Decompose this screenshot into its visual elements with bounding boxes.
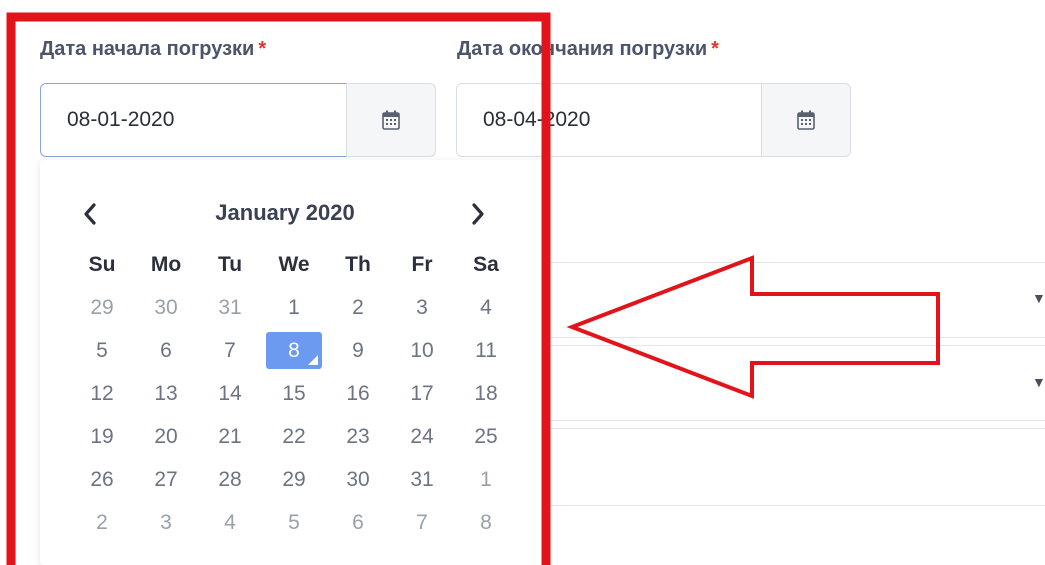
required-mark: * <box>258 38 267 60</box>
calendar-day[interactable]: 14 <box>198 372 262 415</box>
dropdown-border <box>546 262 1045 263</box>
calendar-day[interactable]: 21 <box>198 415 262 458</box>
calendar-day[interactable]: 23 <box>326 415 390 458</box>
start-date-input[interactable]: 08-01-2020 <box>40 83 346 157</box>
dropdown-caret-icon[interactable]: ▼ <box>1032 374 1045 390</box>
start-date-label: Дата начала погрузки * <box>40 38 266 61</box>
end-date-calendar-button[interactable] <box>761 83 851 157</box>
calendar-day[interactable]: 8 <box>266 332 322 369</box>
calendar-day[interactable]: 29 <box>70 286 134 329</box>
calendar-day[interactable]: 4 <box>454 286 518 329</box>
calendar-day[interactable]: 7 <box>198 329 262 372</box>
required-mark: * <box>711 38 719 60</box>
weekday-header: Fr <box>411 252 433 276</box>
calendar-day[interactable]: 24 <box>390 415 454 458</box>
calendar-day[interactable]: 29 <box>262 458 326 501</box>
calendar-icon <box>382 110 400 130</box>
calendar-day[interactable]: 17 <box>390 372 454 415</box>
calendar-day[interactable]: 9 <box>326 329 390 372</box>
calendar-day[interactable]: 2 <box>70 501 134 544</box>
annotation-arrow-icon <box>566 255 940 399</box>
datepicker-popup: January 2020 Su Mo Tu We Th Fr Sa 29 30 31 1 2 3 4 5 6 7… <box>40 160 545 565</box>
calendar-day[interactable]: 4 <box>198 501 262 544</box>
dropdown-border <box>546 420 1045 421</box>
end-date-group: 08-04-2020 <box>456 83 851 157</box>
weekday-header: Mo <box>150 252 182 276</box>
calendar-day[interactable]: 27 <box>134 458 198 501</box>
weekday-header: Th <box>345 252 371 276</box>
calendar-day[interactable]: 31 <box>198 286 262 329</box>
start-date-calendar-button[interactable] <box>346 83 436 157</box>
weekday-header: Sa <box>473 252 499 276</box>
calendar-day[interactable]: 8 <box>454 501 518 544</box>
start-date-group: 08-01-2020 <box>40 83 436 157</box>
calendar-day[interactable]: 19 <box>70 415 134 458</box>
weekday-header: We <box>278 252 310 276</box>
calendar-day[interactable]: 13 <box>134 372 198 415</box>
calendar-grid: Su Mo Tu We Th Fr Sa 29 30 31 1 2 3 4 5 6 7 8 9 10 11 12 13 14 1… <box>70 243 518 544</box>
calendar-day[interactable]: 2 <box>326 286 390 329</box>
calendar-day[interactable]: 26 <box>70 458 134 501</box>
next-month-button[interactable] <box>458 194 498 234</box>
calendar-day[interactable]: 10 <box>390 329 454 372</box>
end-date-label: Дата окончания погрузки * <box>457 38 719 61</box>
calendar-day[interactable]: 5 <box>70 329 134 372</box>
calendar-day[interactable]: 22 <box>262 415 326 458</box>
start-date-label-text: Дата начала погрузки <box>40 38 255 60</box>
calendar-day[interactable]: 16 <box>326 372 390 415</box>
end-date-label-text: Дата окончания погрузки <box>457 38 708 60</box>
calendar-day[interactable]: 11 <box>454 329 518 372</box>
calendar-day[interactable]: 6 <box>134 329 198 372</box>
calendar-day[interactable]: 5 <box>262 501 326 544</box>
calendar-day[interactable]: 30 <box>326 458 390 501</box>
calendar-day[interactable]: 25 <box>454 415 518 458</box>
end-date-input[interactable]: 08-04-2020 <box>456 83 761 157</box>
weekday-header: Tu <box>217 252 243 276</box>
calendar-day[interactable]: 18 <box>454 372 518 415</box>
field-border <box>546 505 1045 506</box>
dropdown-border <box>546 337 1045 338</box>
calendar-day[interactable]: 31 <box>390 458 454 501</box>
dropdown-caret-icon[interactable]: ▼ <box>1032 290 1045 306</box>
prev-month-button[interactable] <box>70 194 110 234</box>
calendar-icon <box>797 110 815 130</box>
calendar-day[interactable]: 7 <box>390 501 454 544</box>
month-title[interactable]: January 2020 <box>170 200 400 226</box>
dropdown-border <box>546 428 1045 429</box>
calendar-day[interactable]: 1 <box>454 458 518 501</box>
calendar-day[interactable]: 28 <box>198 458 262 501</box>
calendar-day[interactable]: 1 <box>262 286 326 329</box>
calendar-day[interactable]: 15 <box>262 372 326 415</box>
weekday-header: Su <box>88 252 116 276</box>
calendar-day[interactable]: 20 <box>134 415 198 458</box>
dropdown-border <box>546 345 1045 346</box>
calendar-day[interactable]: 3 <box>134 501 198 544</box>
datepicker-header: January 2020 <box>40 194 545 234</box>
chevron-right-icon <box>472 203 484 225</box>
calendar-day[interactable]: 6 <box>326 501 390 544</box>
calendar-day[interactable]: 30 <box>134 286 198 329</box>
calendar-day[interactable]: 12 <box>70 372 134 415</box>
chevron-left-icon <box>84 203 96 225</box>
calendar-day[interactable]: 3 <box>390 286 454 329</box>
